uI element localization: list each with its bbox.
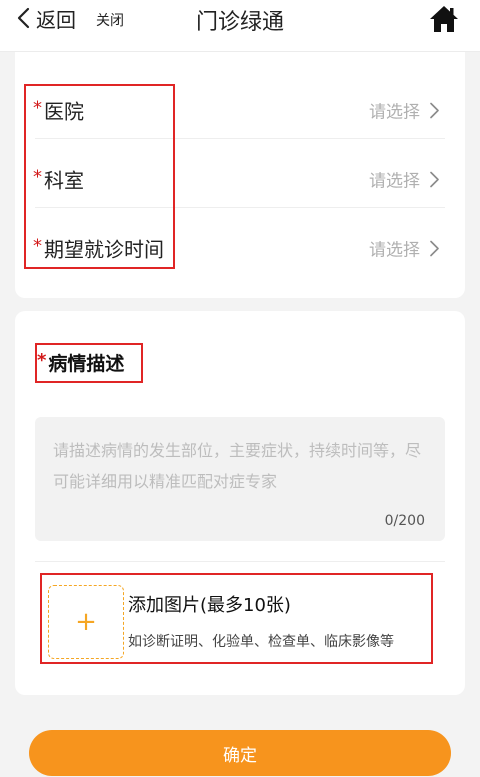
back-button[interactable]: 返回 [16, 5, 76, 32]
description-input-wrap: 0/200 [35, 417, 445, 541]
required-mark: * [33, 166, 42, 188]
description-input[interactable] [35, 417, 445, 541]
hospital-label-text: 医院 [44, 99, 84, 124]
add-image-title: 添加图片(最多10张) [128, 595, 291, 616]
condition-description-title-text: 病情描述 [48, 353, 125, 375]
hospital-picker[interactable]: 请选择 [369, 98, 439, 123]
char-counter: 0/200 [384, 513, 425, 529]
visit-time-picker[interactable]: 请选择 [369, 236, 439, 261]
section-divider [35, 561, 445, 562]
back-label: 返回 [36, 7, 76, 32]
required-mark: * [37, 350, 47, 371]
department-placeholder: 请选择 [369, 171, 420, 192]
visit-time-label-text: 期望就诊时间 [44, 237, 164, 262]
appointment-info-card: * 医院 请选择 * 科室 请选择 * 期望就诊时间 请选择 [15, 52, 465, 298]
home-icon[interactable] [428, 4, 460, 34]
visit-time-label: * 期望就诊时间 [33, 234, 164, 263]
condition-description-card: * 病情描述 0/200 + 添加图片(最多10张) 如诊断证明、化验单、检查单… [15, 311, 465, 695]
required-mark: * [33, 235, 42, 257]
chevron-left-icon [17, 7, 30, 29]
add-image-hint: 如诊断证明、化验单、检查单、临床影像等 [128, 634, 394, 650]
condition-description-title: * 病情描述 [37, 349, 124, 376]
add-image-button[interactable]: + [48, 585, 124, 659]
visit-time-placeholder: 请选择 [369, 240, 420, 261]
chevron-right-icon [430, 240, 439, 256]
department-label-text: 科室 [44, 168, 84, 193]
hospital-row[interactable]: * 医院 请选择 [15, 70, 465, 139]
department-label: * 科室 [33, 165, 84, 194]
department-picker[interactable]: 请选择 [369, 167, 439, 192]
department-row[interactable]: * 科室 请选择 [15, 139, 465, 208]
visit-time-row[interactable]: * 期望就诊时间 请选择 [15, 208, 465, 277]
chevron-right-icon [430, 171, 439, 187]
plus-icon: + [75, 607, 97, 637]
required-mark: * [33, 97, 42, 119]
close-button[interactable]: 关闭 [96, 10, 124, 30]
top-nav-bar: 返回 关闭 门诊绿通 [0, 0, 480, 52]
hospital-label: * 医院 [33, 96, 84, 125]
hospital-placeholder: 请选择 [369, 102, 420, 123]
confirm-button[interactable]: 确定 [29, 730, 451, 776]
chevron-right-icon [430, 102, 439, 118]
